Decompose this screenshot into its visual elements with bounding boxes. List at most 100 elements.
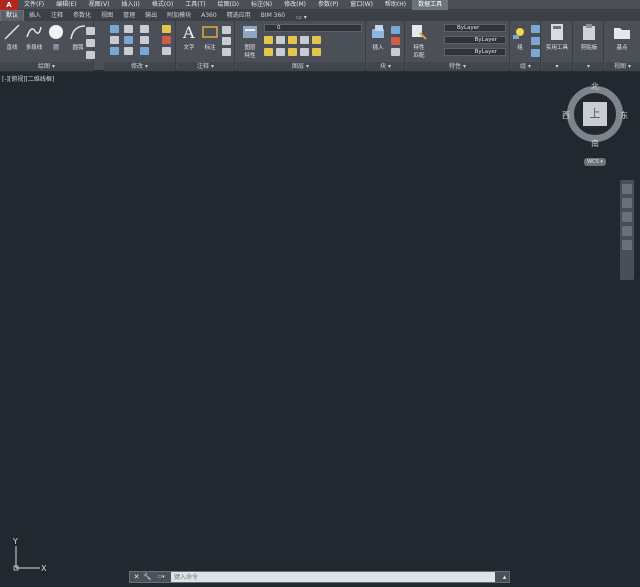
edit-block-icon[interactable] bbox=[391, 37, 400, 45]
menu-view[interactable]: 视图(V) bbox=[83, 0, 116, 10]
scale-icon[interactable] bbox=[124, 47, 133, 55]
layers-panel-title[interactable]: 图层 ▾ bbox=[236, 62, 365, 71]
layer-lock-icon[interactable] bbox=[300, 36, 309, 44]
app-menu-button[interactable]: A bbox=[0, 0, 18, 10]
command-input[interactable] bbox=[171, 572, 495, 582]
layer-off-icon[interactable] bbox=[264, 36, 273, 44]
tab-a360[interactable]: A360 bbox=[196, 11, 222, 21]
color-dropdown[interactable]: ByLayer bbox=[444, 24, 506, 32]
steering-wheel-icon[interactable] bbox=[622, 184, 632, 194]
tab-default[interactable]: 默认 bbox=[0, 10, 25, 21]
line-button[interactable]: 直线 bbox=[1, 23, 23, 53]
trim-icon[interactable] bbox=[140, 25, 149, 33]
annotation-panel-title[interactable]: 注释 ▾ bbox=[177, 62, 234, 71]
table-icon[interactable] bbox=[222, 37, 231, 45]
layer-current-icon[interactable] bbox=[264, 48, 273, 56]
tab-output[interactable]: 输出 bbox=[140, 11, 162, 21]
circle-button[interactable]: 圆 bbox=[45, 23, 67, 53]
layer-isolate-icon[interactable] bbox=[276, 36, 285, 44]
copy-icon[interactable] bbox=[110, 36, 119, 44]
view-panel-title[interactable]: 视图 ▾ bbox=[605, 62, 640, 71]
customize-icon[interactable]: 🔧 bbox=[143, 573, 152, 582]
insert-block-button[interactable]: 插入 bbox=[367, 23, 389, 53]
markup-icon[interactable] bbox=[222, 48, 231, 56]
menu-insert[interactable]: 插入(I) bbox=[115, 0, 145, 10]
ungroup-icon[interactable] bbox=[531, 25, 540, 33]
group-edit-icon[interactable] bbox=[531, 37, 540, 45]
compass-south[interactable]: 南 bbox=[591, 138, 599, 149]
menu-format[interactable]: 格式(O) bbox=[146, 0, 179, 10]
utilities-panel-title[interactable]: ▾ bbox=[542, 62, 572, 71]
compass-west[interactable]: 西 bbox=[562, 110, 570, 121]
linetype-dropdown[interactable]: ByLayer bbox=[444, 36, 506, 44]
tab-addins[interactable]: 附加模块 bbox=[162, 11, 196, 21]
menu-parametric[interactable]: 参数(P) bbox=[312, 0, 344, 10]
pan-icon[interactable] bbox=[622, 198, 632, 208]
viewport-controls-label[interactable]: [-][俯视][二维线框] bbox=[2, 74, 54, 83]
properties-panel-title[interactable]: 特性 ▾ bbox=[406, 62, 509, 71]
tab-annotate[interactable]: 注释 bbox=[46, 11, 68, 21]
rotate-icon[interactable] bbox=[124, 25, 133, 33]
tab-insert[interactable]: 插入 bbox=[24, 11, 46, 21]
wcs-menu-button[interactable]: WCS ▾ bbox=[584, 158, 606, 166]
block-panel-title[interactable]: 块 ▾ bbox=[367, 62, 404, 71]
match-properties-button[interactable]: 特性 匹配 bbox=[408, 23, 430, 59]
menu-window[interactable]: 窗口(W) bbox=[344, 0, 379, 10]
viewcube-top-face[interactable]: 上 bbox=[583, 102, 607, 126]
menu-modify[interactable]: 修改(M) bbox=[278, 0, 312, 10]
menu-edit[interactable]: 编辑(E) bbox=[50, 0, 82, 10]
tab-parametric[interactable]: 参数化 bbox=[68, 11, 96, 21]
group-select-icon[interactable] bbox=[531, 49, 540, 57]
clipboard-panel-title[interactable]: ▾ bbox=[574, 62, 603, 71]
groups-panel-title[interactable]: 组 ▾ bbox=[511, 62, 540, 71]
array-icon[interactable] bbox=[140, 47, 149, 55]
tab-bim360[interactable]: BIM 360 bbox=[256, 11, 290, 21]
recent-commands-icon[interactable]: ▭▾ bbox=[154, 573, 168, 582]
layer-previous-icon[interactable] bbox=[312, 48, 321, 56]
viewcube[interactable]: 上 北 南 东 西 bbox=[562, 81, 629, 149]
modify-panel-title[interactable]: 修改 ▾ bbox=[104, 62, 175, 71]
lineweight-dropdown[interactable]: ByLayer bbox=[444, 48, 506, 56]
leader-icon[interactable] bbox=[222, 26, 231, 34]
menu-data-tools[interactable]: 数据工具 bbox=[412, 0, 449, 10]
group-button[interactable]: 组 bbox=[511, 23, 529, 53]
dimension-button[interactable]: 标注 bbox=[199, 23, 221, 53]
stretch-icon[interactable] bbox=[110, 47, 119, 55]
move-icon[interactable] bbox=[110, 25, 119, 33]
create-block-icon[interactable] bbox=[391, 26, 400, 34]
rectangle-icon[interactable] bbox=[86, 27, 95, 35]
layer-unlock-icon[interactable] bbox=[300, 48, 309, 56]
menu-dimension[interactable]: 标注(N) bbox=[245, 0, 278, 10]
region-icon[interactable] bbox=[86, 51, 95, 59]
measure-button[interactable]: 实用工具 bbox=[546, 23, 568, 53]
zoom-icon[interactable] bbox=[622, 212, 632, 222]
menu-help[interactable]: 帮助(H) bbox=[379, 0, 412, 10]
tab-manage[interactable]: 管理 bbox=[118, 11, 140, 21]
close-icon[interactable]: ✕ bbox=[132, 573, 141, 582]
layer-properties-button[interactable]: 图层 特性 bbox=[238, 23, 262, 59]
showmotion-icon[interactable] bbox=[622, 240, 632, 250]
layer-match-icon[interactable] bbox=[312, 36, 321, 44]
paste-button[interactable]: 剪贴板 bbox=[578, 23, 600, 53]
erase-icon[interactable] bbox=[162, 25, 171, 33]
explode-icon[interactable] bbox=[162, 36, 171, 44]
polyline-button[interactable]: 多段线 bbox=[23, 23, 45, 53]
offset-icon[interactable] bbox=[162, 47, 171, 55]
command-history-icon[interactable]: ▴ bbox=[500, 573, 509, 582]
drawing-canvas[interactable]: [-][俯视][二维线框] 上 北 南 东 西 WCS ▾ Y X bbox=[0, 72, 640, 587]
layer-walk-icon[interactable] bbox=[276, 48, 285, 56]
ribbon-toggle-button[interactable]: ▭ ▾ bbox=[292, 14, 311, 21]
layer-thaw-icon[interactable] bbox=[288, 48, 297, 56]
mirror-icon[interactable] bbox=[124, 36, 133, 44]
fillet-icon[interactable] bbox=[140, 36, 149, 44]
edit-attributes-icon[interactable] bbox=[391, 48, 400, 56]
base-view-button[interactable]: 基点 bbox=[611, 23, 633, 53]
menu-draw[interactable]: 绘图(D) bbox=[212, 0, 245, 10]
menu-tools[interactable]: 工具(T) bbox=[179, 0, 211, 10]
draw-panel-title[interactable]: 绘图 ▾ bbox=[0, 62, 93, 71]
text-button[interactable]: A 文字 bbox=[178, 23, 200, 53]
orbit-icon[interactable] bbox=[622, 226, 632, 236]
compass-north[interactable]: 北 bbox=[591, 81, 599, 92]
layer-dropdown[interactable]: 0 bbox=[264, 24, 362, 32]
tab-featured-apps[interactable]: 精选应用 bbox=[222, 11, 256, 21]
